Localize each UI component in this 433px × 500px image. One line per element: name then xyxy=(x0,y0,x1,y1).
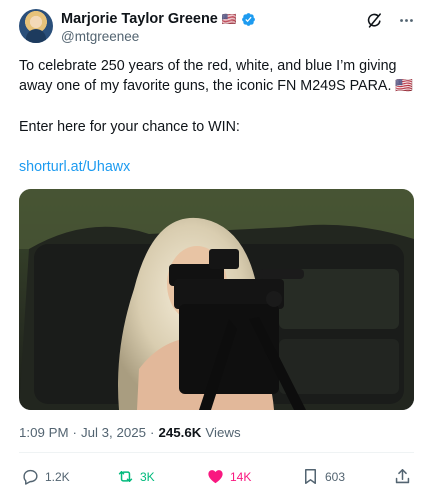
repost-button[interactable]: 3K xyxy=(116,467,155,486)
tweet-meta: 1:09 PM · Jul 3, 2025 · 245.6K Views xyxy=(19,425,241,440)
action-bar: 1.2K 3K 14K 603 xyxy=(21,467,413,489)
author-name-row[interactable]: Marjorie Taylor Greene 🇺🇸 xyxy=(61,10,256,28)
tweet-text-flag: 🇺🇸 xyxy=(395,78,414,94)
author-handle[interactable]: @mtgreenee xyxy=(61,29,139,44)
avatar[interactable] xyxy=(19,9,53,43)
grok-icon[interactable] xyxy=(365,11,383,29)
author-display-name[interactable]: Marjorie Taylor Greene xyxy=(61,11,218,27)
tweet-text-line2: Enter here for your chance to WIN: xyxy=(19,119,240,135)
like-button[interactable]: 14K xyxy=(206,467,251,486)
tweet-header: Marjorie Taylor Greene 🇺🇸 @mtgreenee xyxy=(19,9,415,47)
reply-count: 1.2K xyxy=(45,469,70,484)
tweet-photo[interactable] xyxy=(19,189,414,410)
views-count: 245.6K xyxy=(158,425,202,440)
reply-icon xyxy=(23,469,38,485)
tweet-text-line: To celebrate 250 years of the red, white… xyxy=(19,58,397,94)
tweet-link[interactable]: shorturl.at/Uhawx xyxy=(19,157,130,177)
share-button[interactable] xyxy=(393,467,412,486)
bookmark-button[interactable]: 603 xyxy=(301,467,345,486)
divider xyxy=(19,452,414,453)
bookmark-icon xyxy=(304,469,317,484)
meta-separator: · xyxy=(72,425,77,440)
tweet-time[interactable]: 1:09 PM xyxy=(19,425,69,440)
more-icon[interactable] xyxy=(397,11,415,29)
like-count: 14K xyxy=(230,469,252,484)
meta-separator: · xyxy=(150,425,155,440)
views-label: Views xyxy=(205,425,241,440)
author-flag: 🇺🇸 xyxy=(221,12,237,26)
repost-count: 3K xyxy=(140,469,155,484)
reply-button[interactable]: 1.2K xyxy=(21,467,70,486)
bookmark-count: 603 xyxy=(325,469,346,484)
heart-icon xyxy=(208,470,223,484)
tweet-body: To celebrate 250 years of the red, white… xyxy=(19,56,419,96)
verified-badge-icon xyxy=(241,12,255,26)
share-icon xyxy=(395,469,410,484)
repost-icon xyxy=(118,470,133,483)
tweet-date[interactable]: Jul 3, 2025 xyxy=(81,425,146,440)
